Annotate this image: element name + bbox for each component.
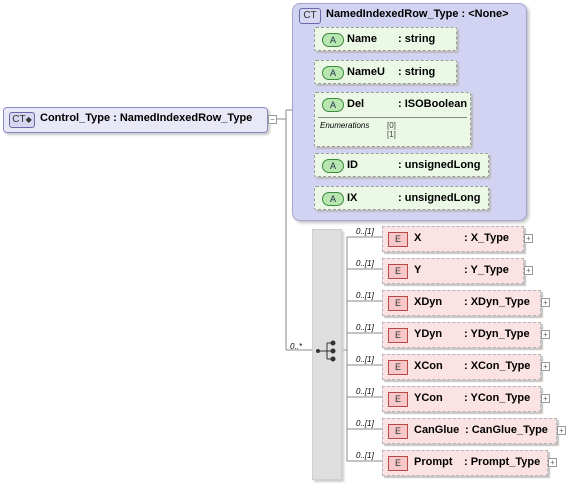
element-icon: E xyxy=(388,264,408,279)
expand-toggle[interactable]: + xyxy=(524,234,533,243)
sequence-compositor[interactable] xyxy=(312,229,342,480)
element-label: X xyxy=(414,232,422,244)
element-cardinality: 0..[1] xyxy=(356,323,374,332)
attribute-type: : ISOBoolean xyxy=(398,98,468,110)
element-ycon[interactable]: E YCon : YCon_Type xyxy=(382,386,541,412)
element-type: : XCon_Type xyxy=(464,360,531,372)
element-canglue[interactable]: E CanGlue : CanGlue_Type xyxy=(382,418,557,444)
element-icon: E xyxy=(388,360,408,375)
element-type: : X_Type xyxy=(464,232,510,244)
attribute-label: Del xyxy=(347,98,365,110)
element-label: Prompt xyxy=(414,456,453,468)
element-label: XCon xyxy=(414,360,443,372)
element-icon: E xyxy=(388,232,408,247)
complex-type-icon: CT◆ xyxy=(9,112,35,128)
element-type: : YCon_Type xyxy=(464,392,531,404)
element-cardinality: 0..[1] xyxy=(356,291,374,300)
sequence-cardinality: 0..* xyxy=(290,342,303,351)
attribute-label: ID xyxy=(347,159,358,171)
attribute-label: IX xyxy=(347,192,358,204)
element-cardinality: 0..[1] xyxy=(356,419,374,428)
attribute-name[interactable]: A Name : string xyxy=(314,27,457,51)
element-cardinality: 0..[1] xyxy=(356,259,374,268)
element-icon: E xyxy=(388,424,408,439)
element-ydyn[interactable]: E YDyn : YDyn_Type xyxy=(382,322,541,348)
control-type-node[interactable]: CT◆ Control_Type : NamedIndexedRow_Type xyxy=(3,107,268,133)
collapse-toggle[interactable]: − xyxy=(268,115,277,124)
element-icon: E xyxy=(388,392,408,407)
element-cardinality: 0..[1] xyxy=(356,451,374,460)
attribute-type: : string xyxy=(398,66,436,78)
attribute-del[interactable]: A Del : ISOBoolean Enumerations [0] [1] xyxy=(314,92,471,147)
attribute-icon: A xyxy=(322,98,344,112)
attribute-ix[interactable]: A IX : unsignedLong xyxy=(314,186,489,210)
element-type: : YDyn_Type xyxy=(464,328,530,340)
element-label: CanGlue xyxy=(414,424,460,436)
enumerations-label: Enumerations xyxy=(320,121,370,130)
attribute-label: NameU xyxy=(347,66,385,78)
expand-toggle[interactable]: + xyxy=(541,298,550,307)
element-type: : Y_Type xyxy=(464,264,509,276)
element-icon: E xyxy=(388,296,408,311)
sequence-icon xyxy=(316,340,336,362)
complex-type-icon: CT xyxy=(299,8,321,24)
element-icon: E xyxy=(388,328,408,343)
element-label: YDyn xyxy=(414,328,443,340)
element-prompt[interactable]: E Prompt : Prompt_Type xyxy=(382,450,548,476)
attribute-type: : unsignedLong xyxy=(398,192,481,204)
element-label: XDyn xyxy=(414,296,443,308)
element-cardinality: 0..[1] xyxy=(356,355,374,364)
type-panel-title: NamedIndexedRow_Type : <None> xyxy=(326,8,509,20)
element-y[interactable]: E Y : Y_Type xyxy=(382,258,524,284)
attribute-type: : unsignedLong xyxy=(398,159,481,171)
element-cardinality: 0..[1] xyxy=(356,227,374,236)
expand-toggle[interactable]: + xyxy=(524,266,533,275)
enumeration-value: [1] xyxy=(387,130,396,139)
element-label: YCon xyxy=(414,392,443,404)
element-label: Y xyxy=(414,264,422,276)
attribute-nameu[interactable]: A NameU : string xyxy=(314,60,457,84)
element-icon: E xyxy=(388,456,408,471)
element-type: : CanGlue_Type xyxy=(465,424,548,436)
expand-toggle[interactable]: + xyxy=(548,458,557,467)
expand-toggle[interactable]: + xyxy=(541,330,550,339)
expand-toggle[interactable]: + xyxy=(541,362,550,371)
element-type: : Prompt_Type xyxy=(464,456,541,468)
element-xdyn[interactable]: E XDyn : XDyn_Type xyxy=(382,290,541,316)
attribute-label: Name xyxy=(347,33,377,45)
attribute-type: : string xyxy=(398,33,436,45)
attribute-icon: A xyxy=(322,159,344,173)
expand-toggle[interactable]: + xyxy=(541,394,550,403)
attribute-icon: A xyxy=(322,33,344,47)
element-x[interactable]: E X : X_Type xyxy=(382,226,524,252)
element-cardinality: 0..[1] xyxy=(356,387,374,396)
root-type-label: Control_Type : NamedIndexedRow_Type xyxy=(40,112,253,124)
attribute-id[interactable]: A ID : unsignedLong xyxy=(314,153,489,177)
element-xcon[interactable]: E XCon : XCon_Type xyxy=(382,354,541,380)
attribute-icon: A xyxy=(322,66,344,80)
element-type: : XDyn_Type xyxy=(464,296,530,308)
enumeration-value: [0] xyxy=(387,121,396,130)
expand-toggle[interactable]: + xyxy=(557,426,566,435)
attribute-icon: A xyxy=(322,192,344,206)
enumeration-divider xyxy=(318,117,467,118)
